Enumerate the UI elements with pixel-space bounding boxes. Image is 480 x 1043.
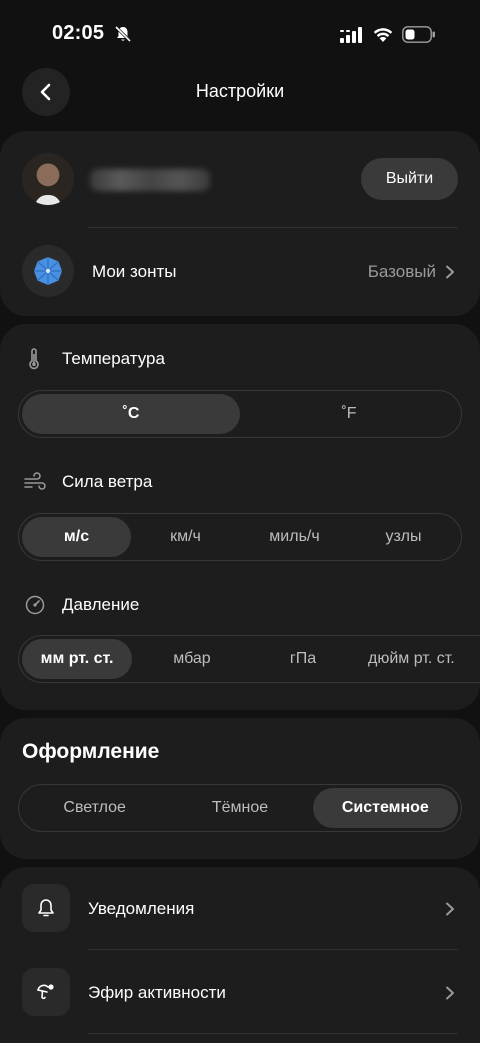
bell-off-icon bbox=[114, 25, 132, 43]
gauge-icon bbox=[25, 595, 45, 615]
page-title: Настройки bbox=[195, 81, 285, 101]
my-umbrellas-label: Мои зонты bbox=[92, 262, 177, 281]
wind-option-ms[interactable]: м/с bbox=[22, 517, 131, 557]
notifications-icon-box bbox=[22, 884, 70, 932]
chevron-right-icon bbox=[446, 902, 454, 916]
status-time: 02:05 bbox=[52, 22, 105, 44]
umbrella-icon-circle bbox=[22, 245, 74, 297]
theme-option-light[interactable]: Светлое bbox=[22, 788, 167, 828]
chevron-right-icon bbox=[446, 265, 454, 279]
divider bbox=[88, 227, 458, 228]
theme-title: Оформление bbox=[22, 740, 160, 763]
wind-selector: м/с км/ч миль/ч узлы bbox=[18, 513, 462, 561]
theme-selector: Светлое Тёмное Системное bbox=[18, 784, 462, 832]
theme-card: Оформление Светлое Тёмное Системное bbox=[0, 718, 480, 859]
temperature-selector: ˚C ˚F bbox=[18, 390, 462, 438]
temperature-option-celsius[interactable]: ˚C bbox=[22, 394, 240, 434]
account-card: Выйти Мои зонты Базовый bbox=[0, 131, 480, 316]
pressure-selector: мм рт. ст. мбар гПа дюйм рт. ст. bbox=[18, 635, 480, 683]
theme-option-system[interactable]: Системное bbox=[312, 788, 458, 828]
bell-icon bbox=[38, 899, 54, 917]
username-blurred bbox=[90, 169, 210, 191]
wind-option-mph[interactable]: миль/ч bbox=[240, 517, 349, 557]
pressure-option-inhg[interactable]: дюйм рт. ст. bbox=[354, 639, 480, 679]
pressure-label: Давление bbox=[62, 595, 140, 614]
battery-icon bbox=[402, 26, 435, 43]
umbrella-icon bbox=[34, 257, 62, 285]
menu-card: Уведомления Эфир активности bbox=[0, 867, 480, 1043]
header: Настройки bbox=[0, 66, 480, 120]
wind-icon bbox=[24, 472, 46, 490]
avatar[interactable] bbox=[22, 153, 74, 205]
thermometer-icon bbox=[29, 348, 39, 370]
divider bbox=[88, 1033, 458, 1034]
activity-icon bbox=[37, 984, 54, 1000]
settings-screen: 02:05 Настройки Выйти Мои зонты Базовый … bbox=[0, 0, 480, 1043]
activity-feed-label: Эфир активности bbox=[88, 983, 226, 1002]
pressure-option-mmhg[interactable]: мм рт. ст. bbox=[22, 639, 132, 679]
umbrella-plan-value: Базовый bbox=[367, 262, 436, 281]
activity-icon-box bbox=[22, 968, 70, 1016]
cellular-signal-icon bbox=[340, 27, 362, 43]
status-bar: 02:05 bbox=[0, 0, 480, 70]
theme-option-dark[interactable]: Тёмное bbox=[167, 788, 312, 828]
wind-option-knots[interactable]: узлы bbox=[349, 517, 458, 557]
pressure-option-hpa[interactable]: гПа bbox=[252, 639, 354, 679]
wind-option-kmh[interactable]: км/ч bbox=[131, 517, 240, 557]
wifi-icon bbox=[373, 28, 393, 42]
pressure-option-mbar[interactable]: мбар bbox=[132, 639, 252, 679]
logout-button[interactable]: Выйти bbox=[361, 158, 458, 200]
temperature-option-fahrenheit[interactable]: ˚F bbox=[240, 394, 458, 434]
notifications-label: Уведомления bbox=[88, 899, 195, 918]
chevron-right-icon bbox=[446, 986, 454, 1000]
temperature-label: Температура bbox=[62, 349, 165, 368]
units-card: Температура ˚C ˚F Сила ветра м/с км/ч ми… bbox=[0, 324, 480, 710]
wind-label: Сила ветра bbox=[62, 472, 153, 491]
divider bbox=[88, 949, 458, 950]
